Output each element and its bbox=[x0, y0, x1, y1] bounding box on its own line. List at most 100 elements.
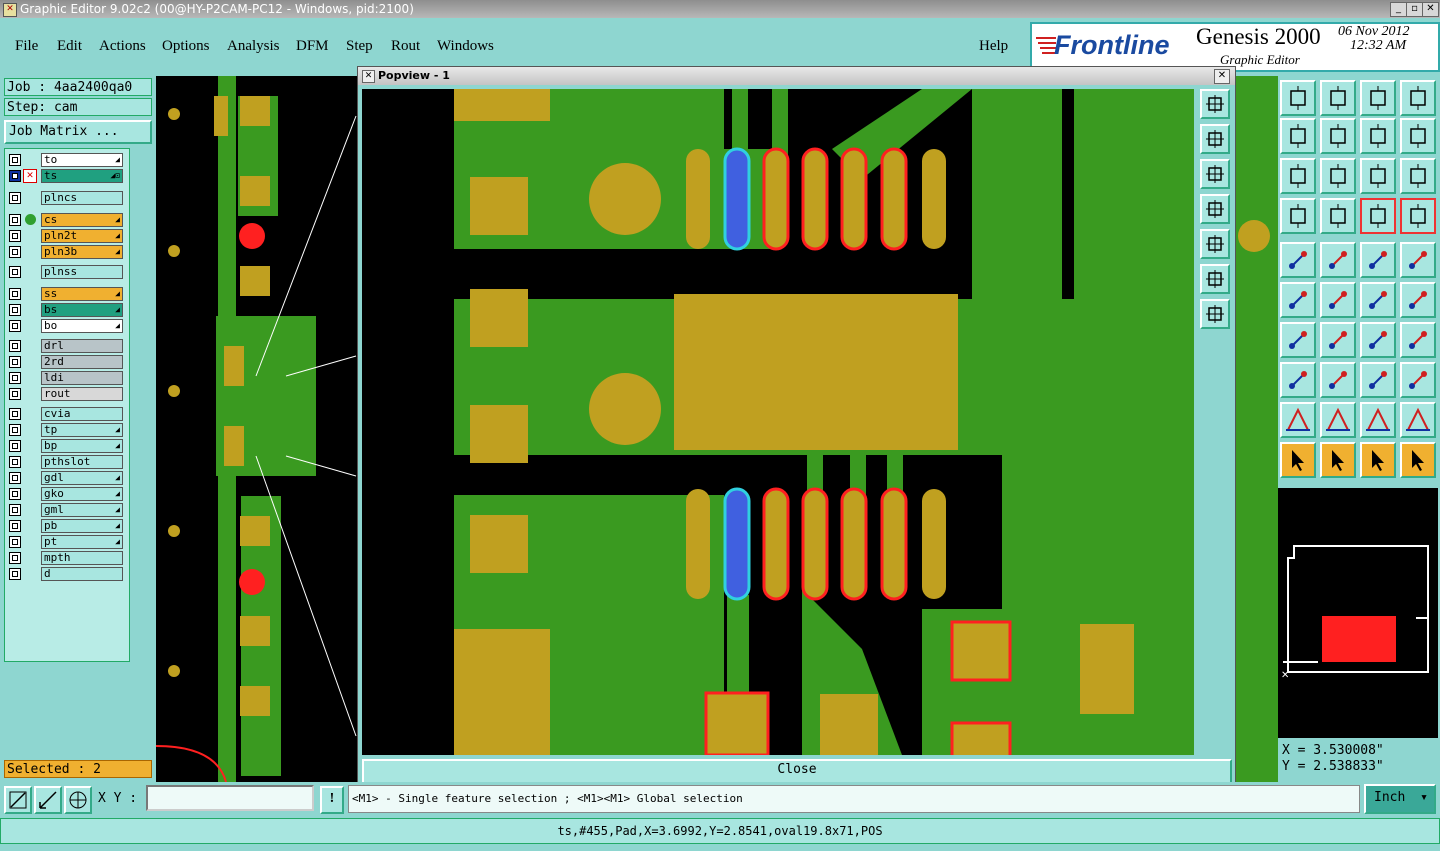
oval-pad[interactable] bbox=[686, 149, 710, 249]
layer-name[interactable]: drl bbox=[41, 339, 123, 353]
layer-checkbox[interactable] bbox=[9, 472, 21, 484]
triangle-up-icon[interactable] bbox=[1280, 402, 1316, 438]
layer-row-ldi[interactable]: ldi bbox=[7, 371, 125, 385]
layer-name[interactable]: d bbox=[41, 567, 123, 581]
circle-pad-icon[interactable] bbox=[1400, 242, 1436, 278]
layer-checkbox[interactable] bbox=[9, 536, 21, 548]
popview-canvas[interactable] bbox=[362, 89, 1194, 755]
zoom-out-icon[interactable] bbox=[1200, 159, 1230, 189]
triangle-select-icon[interactable] bbox=[1320, 402, 1356, 438]
layer-name[interactable]: mpth bbox=[41, 551, 123, 565]
layer-name[interactable]: bs ◢ bbox=[41, 303, 123, 317]
oval-pad[interactable] bbox=[762, 147, 790, 251]
step-up-icon[interactable] bbox=[1280, 80, 1316, 116]
layer-name[interactable]: 2rd bbox=[41, 355, 123, 369]
pan-right-tool-icon[interactable] bbox=[1320, 118, 1356, 154]
layer-row-pt[interactable]: pt ◢ bbox=[7, 535, 125, 549]
menu-windows[interactable]: Windows bbox=[437, 38, 494, 55]
oval-pad[interactable] bbox=[801, 147, 829, 251]
measure-icon[interactable] bbox=[34, 786, 62, 814]
resize-icon[interactable] bbox=[1360, 362, 1396, 398]
layer-row-ss[interactable]: ss ◢ bbox=[7, 287, 125, 301]
alert-icon[interactable]: ! bbox=[320, 786, 344, 814]
layer-checkbox[interactable] bbox=[9, 192, 21, 204]
scale-1-2-icon[interactable] bbox=[1360, 158, 1396, 194]
pad-point-icon[interactable] bbox=[1280, 362, 1316, 398]
job-matrix-button[interactable]: Job Matrix ... bbox=[4, 120, 152, 144]
grid-snap-icon[interactable] bbox=[64, 786, 92, 814]
select-plus-icon[interactable] bbox=[1360, 442, 1396, 478]
layer-checkbox[interactable] bbox=[9, 424, 21, 436]
maximize-button[interactable]: ▫ bbox=[1406, 2, 1423, 17]
minimize-button[interactable]: _ bbox=[1390, 2, 1407, 17]
layer-name[interactable]: ts ◢⊡ bbox=[41, 169, 123, 183]
layer-name[interactable]: pb ◢ bbox=[41, 519, 123, 533]
zoom-in-icon[interactable] bbox=[1200, 124, 1230, 154]
layer-name[interactable]: tp ◢ bbox=[41, 423, 123, 437]
oval-pad[interactable] bbox=[880, 487, 908, 601]
snap-icon[interactable] bbox=[1400, 118, 1436, 154]
layer-checkbox[interactable] bbox=[9, 504, 21, 516]
layer-row-mpth[interactable]: mpth bbox=[7, 551, 125, 565]
selected-oval-pad[interactable] bbox=[723, 487, 751, 601]
connect-nodes-icon[interactable] bbox=[1280, 282, 1316, 318]
layer-name[interactable]: rout bbox=[41, 387, 123, 401]
layer-row-ts[interactable]: ✕ ts ◢⊡ bbox=[7, 169, 125, 183]
layer-row-gdl[interactable]: gdl ◢ bbox=[7, 471, 125, 485]
arc-icon[interactable] bbox=[1360, 322, 1396, 358]
layer-name[interactable]: to ◢ bbox=[41, 153, 123, 167]
layer-row-cs[interactable]: cs ◢ bbox=[7, 213, 125, 227]
home-view-icon[interactable] bbox=[1360, 80, 1396, 116]
zoom-extents-icon[interactable] bbox=[1280, 158, 1316, 194]
split-view-icon[interactable] bbox=[1400, 80, 1436, 116]
menu-options[interactable]: Options bbox=[162, 38, 210, 55]
layer-row-drl[interactable]: drl bbox=[7, 339, 125, 353]
layer-row-bp[interactable]: bp ◢ bbox=[7, 439, 125, 453]
arch-icon[interactable] bbox=[1360, 402, 1396, 438]
step-down-icon[interactable] bbox=[1320, 80, 1356, 116]
layer-checkbox[interactable] bbox=[9, 246, 21, 258]
menu-help[interactable]: Help bbox=[979, 38, 1008, 55]
layer-name[interactable]: bp ◢ bbox=[41, 439, 123, 453]
layer-checkbox[interactable] bbox=[9, 320, 21, 332]
layer-row-pln3b[interactable]: pln3b ◢ bbox=[7, 245, 125, 259]
layer-row-pln2t[interactable]: pln2t ◢ bbox=[7, 229, 125, 243]
layer-row-d[interactable]: d bbox=[7, 567, 125, 581]
trace-icon[interactable] bbox=[1320, 362, 1356, 398]
layer-row-plncs[interactable]: plncs bbox=[7, 191, 125, 205]
add-surface-icon[interactable] bbox=[1320, 242, 1356, 278]
select-box-icon[interactable] bbox=[1320, 442, 1356, 478]
add-pad-icon[interactable] bbox=[1280, 242, 1316, 278]
layer-checkbox[interactable] bbox=[9, 170, 21, 182]
layer-row-gko[interactable]: gko ◢ bbox=[7, 487, 125, 501]
pan-left-tool-icon[interactable] bbox=[1280, 118, 1316, 154]
help-query-icon[interactable] bbox=[1400, 158, 1436, 194]
layer-checkbox[interactable] bbox=[9, 488, 21, 500]
oval-pad[interactable] bbox=[922, 149, 946, 249]
layer-row-tp[interactable]: tp ◢ bbox=[7, 423, 125, 437]
select-pointer-icon[interactable] bbox=[1280, 442, 1316, 478]
layer-row-pthslot[interactable]: pthslot bbox=[7, 455, 125, 469]
popview-close-icon[interactable]: ✕ bbox=[1214, 69, 1230, 84]
move-feature-icon[interactable] bbox=[1360, 282, 1396, 318]
layer-name[interactable]: pt ◢ bbox=[41, 535, 123, 549]
ruler-icon[interactable] bbox=[1360, 242, 1396, 278]
angle-line-icon[interactable] bbox=[1280, 322, 1316, 358]
layer-row-to[interactable]: to ◢ bbox=[7, 153, 125, 167]
layer-name[interactable]: pln3b ◢ bbox=[41, 245, 123, 259]
layer-checkbox[interactable] bbox=[9, 266, 21, 278]
menu-actions[interactable]: Actions bbox=[99, 38, 146, 55]
grid-icon[interactable] bbox=[1320, 198, 1356, 234]
layer-row-gml[interactable]: gml ◢ bbox=[7, 503, 125, 517]
oval-pad[interactable] bbox=[880, 147, 908, 251]
center-view-icon[interactable] bbox=[1200, 299, 1230, 329]
layer-name[interactable]: plnss bbox=[41, 265, 123, 279]
layer-name[interactable]: gdl ◢ bbox=[41, 471, 123, 485]
layer-row-pb[interactable]: pb ◢ bbox=[7, 519, 125, 533]
layer-row-bs[interactable]: bs ◢ bbox=[7, 303, 125, 317]
layer-name[interactable]: gko ◢ bbox=[41, 487, 123, 501]
layer-checkbox[interactable] bbox=[9, 356, 21, 368]
units-selector[interactable]: Inch ▾ bbox=[1364, 784, 1436, 814]
layer-name[interactable]: cs ◢ bbox=[41, 213, 123, 227]
zoom-window-icon[interactable] bbox=[1200, 89, 1230, 119]
